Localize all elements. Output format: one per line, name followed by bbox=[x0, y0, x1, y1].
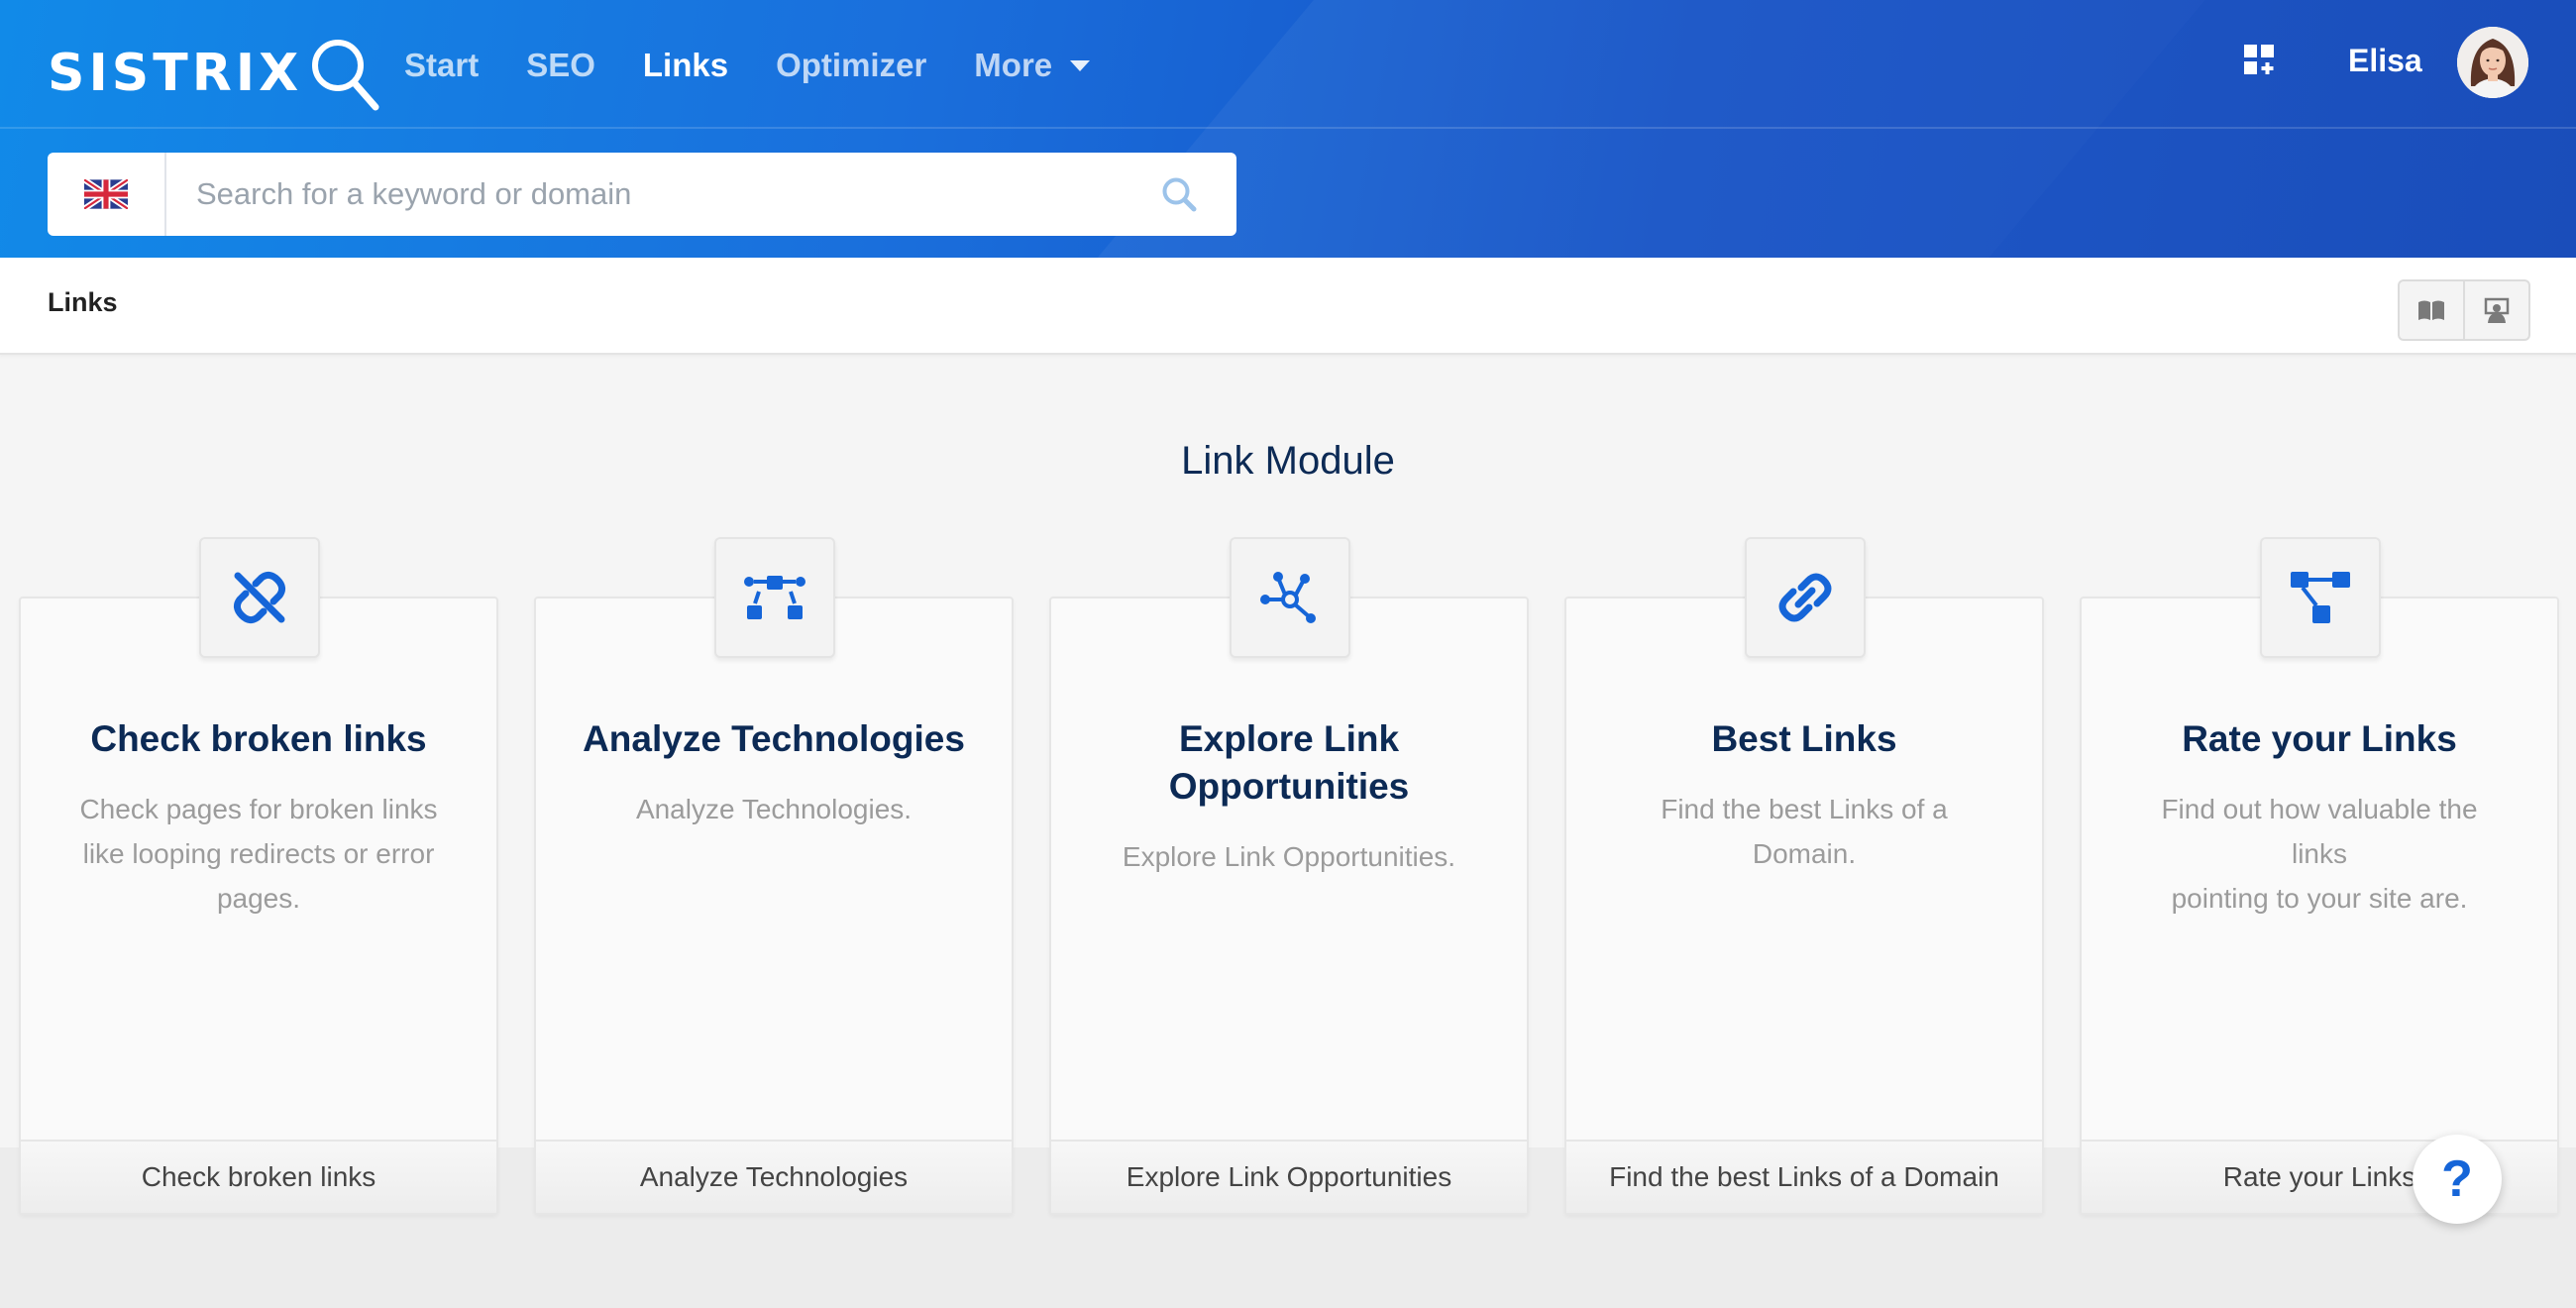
nav-optimizer-label: Optimizer bbox=[776, 47, 927, 83]
nav-links[interactable]: Links bbox=[643, 38, 728, 93]
card-description-line: pages. bbox=[216, 883, 301, 914]
top-navigation-bar: SISTRIX Start SEO Links Optimizer More E… bbox=[0, 0, 2576, 129]
uk-flag-icon bbox=[84, 179, 128, 209]
module-card-best-links[interactable]: Best Links Find the best Links of a Doma… bbox=[1564, 537, 2044, 1215]
card-icon-box bbox=[2260, 537, 2381, 658]
search-input[interactable] bbox=[166, 154, 1159, 235]
card-footer-link[interactable]: Explore Link Opportunities bbox=[1051, 1140, 1527, 1213]
module-card-explore-link-opportunities[interactable]: Explore Link Opportunities Explore Link … bbox=[1049, 537, 1529, 1215]
card-description-line: Explore Link Opportunities. bbox=[1122, 841, 1456, 872]
card-description-line: Domain. bbox=[1752, 838, 1857, 869]
card-title: Check broken links bbox=[51, 715, 467, 763]
search-icon[interactable] bbox=[1159, 174, 1199, 214]
card-description-line: Analyze Technologies. bbox=[635, 794, 912, 824]
card-title-line: Best Links bbox=[1711, 718, 1897, 759]
nav-more-label: More bbox=[974, 47, 1053, 83]
broken-link-icon bbox=[233, 571, 286, 624]
nav-links-label: Links bbox=[642, 47, 729, 83]
chevron-down-icon bbox=[1070, 59, 1091, 71]
page-title: Links bbox=[48, 287, 118, 317]
nav-seo-label: SEO bbox=[526, 47, 595, 83]
card-description-line: like looping redirects or error bbox=[82, 838, 435, 869]
country-selector[interactable] bbox=[48, 153, 166, 236]
card-icon-box bbox=[199, 537, 320, 658]
apps-grid-icon[interactable] bbox=[2243, 44, 2275, 75]
card-description-line: Find out how valuable the links bbox=[2161, 794, 2478, 869]
card-description-line: Check pages for broken links bbox=[79, 794, 438, 824]
card-title: Rate your Links bbox=[2111, 715, 2527, 763]
card-description: Find out how valuable the links pointing… bbox=[2131, 787, 2508, 921]
card-footer-link[interactable]: Check broken links bbox=[21, 1140, 496, 1213]
nav-start-label: Start bbox=[404, 47, 480, 83]
card-title: Analyze Technologies bbox=[566, 715, 982, 763]
card-title: Explore Link Opportunities bbox=[1081, 715, 1497, 811]
teacher-icon bbox=[2484, 297, 2510, 323]
card-title: Best Links bbox=[1596, 715, 2012, 763]
section-title: Link Module bbox=[1181, 439, 1395, 483]
user-name[interactable]: Elisa bbox=[2348, 38, 2422, 83]
nav-optimizer[interactable]: Optimizer bbox=[776, 38, 926, 93]
card-description-line: Find the best Links of a bbox=[1661, 794, 1948, 824]
card-description: Analyze Technologies. bbox=[586, 787, 962, 831]
help-icon: ? bbox=[2441, 1150, 2473, 1208]
card-icon-box bbox=[1230, 537, 1350, 658]
nav-start[interactable]: Start bbox=[404, 38, 479, 93]
sistrix-logo[interactable]: SISTRIX bbox=[48, 34, 383, 113]
card-title-line: Check broken links bbox=[90, 718, 427, 759]
header: SISTRIX Start SEO Links Optimizer More E… bbox=[0, 0, 2576, 258]
card-icon-box bbox=[1745, 537, 1866, 658]
logo-text: SISTRIX bbox=[48, 44, 303, 103]
link-icon bbox=[1778, 573, 1832, 622]
technologies-icon bbox=[744, 576, 805, 619]
module-card-rate-your-links[interactable]: Rate your Links Find out how valuable th… bbox=[2080, 537, 2559, 1215]
card-footer-link[interactable]: Analyze Technologies bbox=[536, 1140, 1012, 1213]
help-button[interactable]: ? bbox=[2413, 1135, 2502, 1224]
card-title-line: Analyze Technologies bbox=[583, 718, 965, 759]
card-description-line: pointing to your site are. bbox=[2171, 883, 2468, 914]
handbook-button[interactable] bbox=[2400, 281, 2465, 339]
breadcrumb: Links bbox=[0, 258, 2576, 355]
academy-button[interactable] bbox=[2465, 281, 2528, 339]
nav-more[interactable]: More bbox=[974, 38, 1091, 93]
card-icon-box bbox=[714, 537, 835, 658]
card-description: Find the best Links of a Domain. bbox=[1616, 787, 1992, 876]
page-actions bbox=[2398, 279, 2530, 341]
card-title-line: Opportunities bbox=[1168, 766, 1410, 807]
card-description: Explore Link Opportunities. bbox=[1101, 834, 1477, 879]
magnifier-logo-icon bbox=[312, 40, 379, 111]
card-description: Check pages for broken links like loopin… bbox=[70, 787, 447, 921]
nav-seo[interactable]: SEO bbox=[526, 38, 595, 93]
card-title-line: Rate your Links bbox=[2182, 718, 2457, 759]
module-card-analyze-technologies[interactable]: Analyze Technologies Analyze Technologie… bbox=[534, 537, 1014, 1215]
module-card-check-broken-links[interactable]: Check broken links Check pages for broke… bbox=[19, 537, 498, 1215]
main-nav: Start SEO Links Optimizer More bbox=[404, 38, 1137, 93]
card-title-line: Explore Link bbox=[1178, 718, 1400, 759]
hierarchy-icon bbox=[2291, 572, 2350, 623]
main-content: Link Module Check broken links Check pag… bbox=[0, 355, 2576, 1308]
card-footer-link[interactable]: Find the best Links of a Domain bbox=[1566, 1140, 2042, 1213]
search-bar bbox=[48, 153, 1236, 236]
avatar[interactable] bbox=[2457, 27, 2528, 98]
book-icon bbox=[2418, 300, 2444, 320]
avatar-image bbox=[2457, 27, 2528, 98]
network-icon bbox=[1260, 572, 1316, 623]
